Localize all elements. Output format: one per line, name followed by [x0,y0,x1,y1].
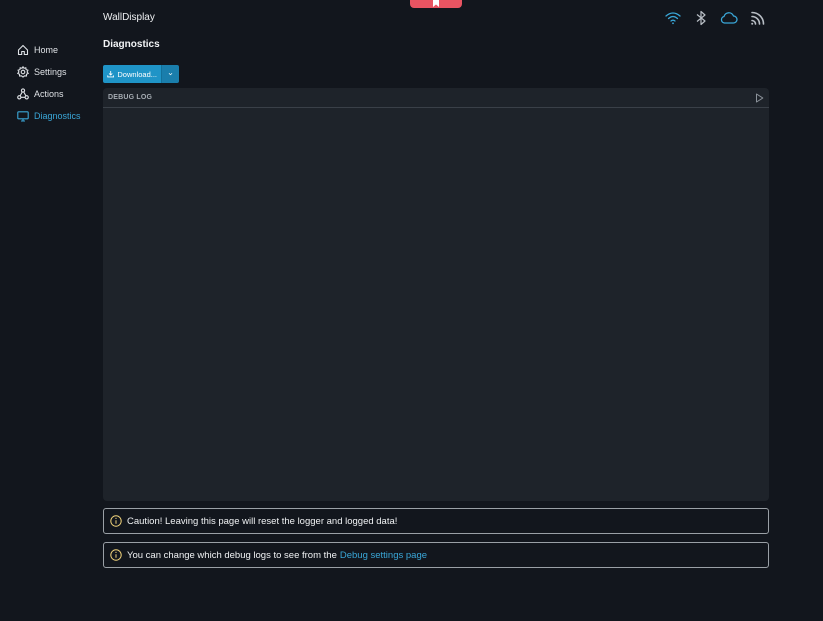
sidebar: Home Settings Actions Diagnostics [17,39,97,127]
bookmark-icon [433,0,439,7]
debug-log-content[interactable] [103,108,769,500]
caution-text: Caution! Leaving this page will reset th… [127,515,398,527]
sidebar-item-label: Diagnostics [34,111,81,121]
app-title: WallDisplay [103,12,155,23]
monitor-icon [17,110,29,122]
download-button[interactable]: Download... [103,65,161,83]
rss-icon[interactable] [748,10,766,26]
play-button[interactable] [755,93,764,103]
download-label: Download... [117,69,157,79]
sidebar-item-label: Settings [34,67,67,77]
gear-icon [17,66,29,78]
sidebar-item-label: Home [34,45,59,55]
download-button-group: Download... [103,65,179,83]
debug-log-title: DEBUG LOG [108,94,153,101]
status-icons [664,10,766,26]
download-dropdown-button[interactable] [161,65,179,83]
wifi-icon[interactable] [664,10,682,26]
sidebar-item-home[interactable]: Home [17,39,97,61]
download-icon [107,71,115,78]
cloud-icon[interactable] [720,10,738,26]
caution-alert: Caution! Leaving this page will reset th… [103,508,769,534]
home-icon [17,44,29,56]
bluetooth-icon[interactable] [692,10,710,26]
sidebar-item-label: Actions [34,89,64,99]
sidebar-item-settings[interactable]: Settings [17,61,97,83]
top-tab[interactable] [410,0,462,8]
actions-icon [17,88,29,100]
debug-info-text: You can change which debug logs to see f… [127,549,337,561]
sidebar-item-diagnostics[interactable]: Diagnostics [17,105,97,127]
sidebar-item-actions[interactable]: Actions [17,83,97,105]
chevron-down-icon [168,73,173,76]
page-title: Diagnostics [103,39,160,50]
info-icon [110,549,122,561]
play-icon [756,93,764,102]
debug-log-header: DEBUG LOG [103,88,769,108]
debug-info-alert: You can change which debug logs to see f… [103,542,769,568]
debug-log-panel: DEBUG LOG [103,88,769,501]
debug-settings-link[interactable]: Debug settings page [340,550,427,561]
info-icon [110,515,122,527]
